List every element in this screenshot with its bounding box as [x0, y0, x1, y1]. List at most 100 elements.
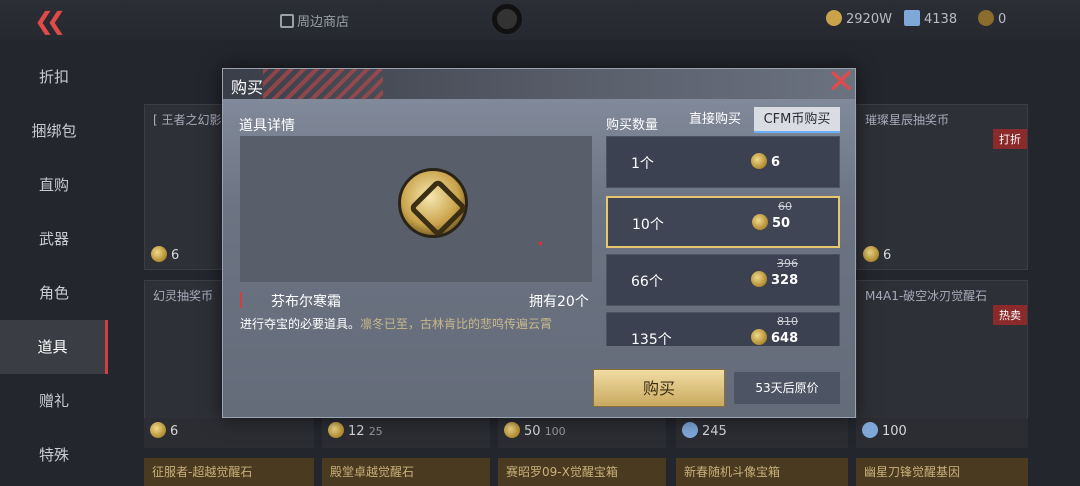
option-price: 648: [751, 329, 798, 346]
price-value: 245: [702, 424, 727, 439]
option-quantity: 1个: [631, 156, 654, 172]
price-value: 12: [348, 424, 365, 439]
marker-dot: [539, 242, 542, 245]
shop-card[interactable]: 璀璨星辰抽奖币 打折 6: [856, 104, 1028, 270]
card-price-value: 6: [171, 248, 180, 263]
diamond-icon: [904, 10, 920, 26]
card-title: 幻灵抽奖币: [153, 289, 214, 303]
quantity-option-selected[interactable]: 10个 60 50: [606, 196, 840, 248]
quantity-option[interactable]: 66个 396 328: [606, 254, 840, 306]
card-label: 征服者-超越觉醒石: [144, 458, 314, 486]
diamond-icon: [682, 422, 698, 438]
card-price: 6: [863, 246, 891, 263]
cfm-coin-icon: [751, 329, 767, 345]
card-price: 6: [151, 246, 179, 263]
quantity-option[interactable]: 135个 810 648: [606, 312, 840, 346]
tab-cfm-buy[interactable]: CFM币购买: [754, 107, 840, 133]
cfm-coin-icon: [751, 153, 767, 169]
shop-link[interactable]: 周边商店: [280, 11, 349, 30]
buy-button[interactable]: 购买: [593, 369, 725, 407]
sidebar-item-characters[interactable]: 角色: [0, 266, 108, 320]
option-price-value: 50: [772, 216, 791, 231]
item-name: 芬布尔寒霜: [271, 294, 341, 310]
coin-icon: [504, 422, 520, 438]
sidebar-item-bundle[interactable]: 捆绑包: [0, 104, 108, 158]
option-quantity: 10个: [632, 217, 664, 233]
card-label: 幽星刀锋觉醒基因: [856, 458, 1028, 486]
description-flavor: 凛冬已至，古林肯比的悲鸣传遍云霄: [360, 317, 553, 331]
coin-icon: [863, 246, 879, 262]
option-price: 6: [751, 153, 780, 170]
close-icon[interactable]: ✕: [825, 65, 857, 99]
currency-gold: 2920W: [826, 10, 892, 27]
item-preview: [240, 136, 592, 282]
top-bar: ❮❮ 周边商店 2920W 4138 0: [0, 0, 1080, 40]
price-original: 100: [544, 425, 566, 438]
currency-cfm-value: 0: [998, 12, 1007, 27]
option-price: 328: [751, 271, 798, 288]
card-title: M4A1-破空冰刃觉醒石: [865, 289, 988, 303]
sidebar-item-special[interactable]: 特殊: [0, 428, 108, 482]
diamond-icon: [862, 422, 878, 438]
name-accent: [240, 292, 242, 308]
currency-diamond-value: 4138: [924, 12, 958, 27]
quantity-option[interactable]: 1个 6: [606, 136, 840, 188]
option-old-price: 396: [777, 257, 798, 270]
tab-direct-buy[interactable]: 直接购买: [675, 107, 755, 133]
sidebar-item-items[interactable]: 道具: [0, 320, 108, 374]
item-owned-count: 拥有20个: [529, 294, 589, 310]
item-description: 进行夺宝的必要道具。凛冬已至，古林肯比的悲鸣传遍云霄: [240, 315, 596, 332]
sidebar: 折扣 捆绑包 直购 武器 角色 道具 赠礼 特殊: [0, 50, 108, 482]
card-price: 245: [676, 418, 848, 448]
price-value: 50: [524, 424, 541, 439]
card-price: 100: [856, 418, 1028, 448]
option-price: 50: [752, 214, 790, 231]
sidebar-item-gift[interactable]: 赠礼: [0, 374, 108, 428]
card-tag: 热卖: [993, 305, 1027, 325]
card-price: 12 25: [322, 418, 490, 448]
quantity-label: 购买数量: [606, 118, 659, 133]
purchase-dialog: 购买 ✕ 道具详情 芬布尔寒霜 拥有20个 进行夺宝的必要道具。凛冬已至，古林肯…: [222, 65, 857, 418]
card-price-value: 6: [883, 248, 892, 263]
option-quantity: 135个: [631, 332, 672, 346]
description-main: 进行夺宝的必要道具。: [240, 317, 361, 331]
shop-card[interactable]: M4A1-破空冰刃觉醒石 热卖: [856, 280, 1028, 420]
coin-icon: [151, 246, 167, 262]
center-ring-icon[interactable]: [492, 4, 522, 34]
card-label: 新春随机斗像宝箱: [676, 458, 848, 486]
quantity-list[interactable]: 1个 6 10个 60 50 66个 396 328 135个 810 648: [606, 136, 840, 346]
card-tag: 打折: [993, 129, 1027, 149]
shop-icon: [280, 14, 294, 28]
discount-timer: 53天后原价: [734, 372, 840, 404]
card-price: 50 100: [498, 418, 666, 448]
price-original: 25: [368, 425, 383, 438]
dialog-title: 购买: [231, 78, 264, 97]
currency-gold-value: 2920W: [846, 12, 892, 27]
currency-diamond: 4138: [904, 10, 957, 27]
details-title: 道具详情: [239, 118, 295, 134]
option-quantity: 66个: [631, 274, 663, 290]
card-price: 6: [144, 418, 314, 448]
option-price-value: 328: [771, 273, 799, 288]
item-emblem-icon: [398, 168, 468, 238]
cfm-coin-icon: [751, 271, 767, 287]
option-price-value: 648: [771, 331, 799, 346]
currency-cfm: 0: [978, 10, 1006, 27]
sidebar-item-discount[interactable]: 折扣: [0, 50, 108, 104]
option-price-value: 6: [771, 155, 781, 170]
card-label: 赛昭罗09-X觉醒宝箱: [498, 458, 666, 486]
card-title: 璀璨星辰抽奖币: [865, 113, 950, 127]
gold-coin-icon: [826, 10, 842, 26]
back-icon[interactable]: ❮❮: [34, 8, 66, 34]
card-title: [ 王者之幻影..: [153, 113, 230, 127]
sidebar-item-direct[interactable]: 直购: [0, 158, 108, 212]
dialog-header: [223, 69, 855, 99]
shop-label: 周边商店: [297, 15, 350, 30]
option-old-price: 60: [778, 200, 792, 213]
coin-icon: [328, 422, 344, 438]
price-value: 6: [170, 424, 179, 439]
option-old-price: 810: [777, 315, 798, 328]
price-value: 100: [882, 424, 907, 439]
sidebar-item-weapons[interactable]: 武器: [0, 212, 108, 266]
card-label: 殿堂卓越觉醒石: [322, 458, 490, 486]
